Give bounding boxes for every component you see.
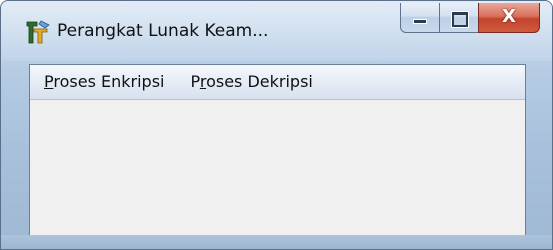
minimize-icon — [414, 20, 426, 23]
menu-proses-enkripsi[interactable]: Proses Enkripsi — [30, 65, 176, 99]
maximize-icon — [452, 12, 468, 27]
menu-label-prefix: P — [190, 72, 200, 91]
caption-buttons: X — [400, 3, 540, 35]
close-button[interactable]: X — [478, 3, 540, 33]
form-body — [30, 100, 525, 236]
app-window: Perangkat Lunak Keam... X Proses Enkrips… — [0, 0, 553, 250]
menu-proses-dekripsi[interactable]: Proses Dekripsi — [176, 65, 324, 99]
window-title: Perangkat Lunak Keam... — [57, 21, 269, 41]
menu-label: oses Dekripsi — [206, 72, 313, 91]
menu-bar: Proses Enkripsi Proses Dekripsi — [30, 65, 525, 100]
title-bar[interactable]: Perangkat Lunak Keam... X — [1, 1, 552, 61]
client-area: Proses Enkripsi Proses Dekripsi — [29, 64, 526, 236]
close-icon: X — [502, 6, 516, 27]
menu-label: roses Enkripsi — [53, 72, 165, 91]
maximize-button[interactable] — [439, 3, 479, 33]
menu-mnemonic: P — [44, 72, 54, 91]
app-tool-icon[interactable] — [25, 19, 51, 45]
minimize-button[interactable] — [400, 3, 440, 33]
window-bottom-border — [1, 235, 552, 249]
